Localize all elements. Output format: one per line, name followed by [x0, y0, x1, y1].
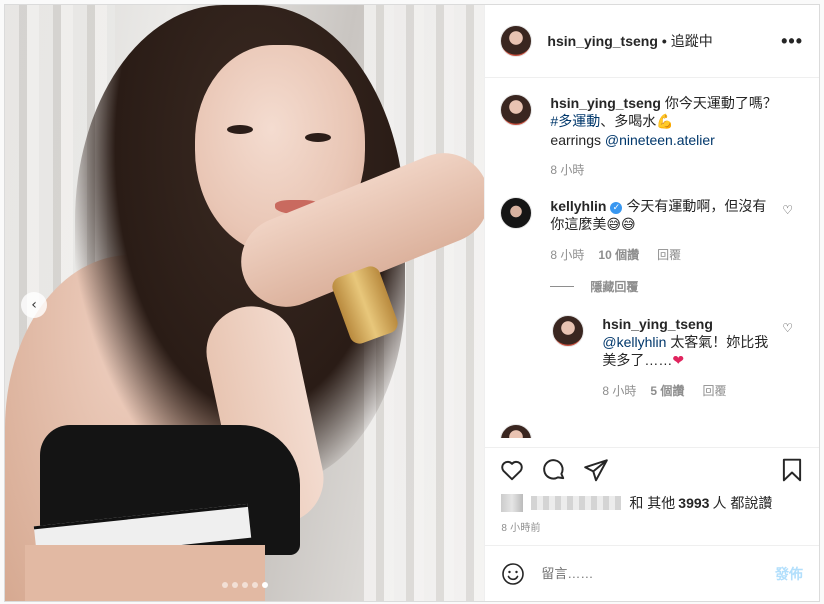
reply-mention-link[interactable]: @kellyhlin: [602, 334, 666, 350]
action-bar: [485, 447, 819, 491]
carousel-dots: [5, 582, 484, 588]
bookmark-icon[interactable]: [779, 457, 805, 483]
liker-avatar: [501, 494, 524, 512]
comment-time: 8 小時: [550, 248, 585, 262]
hide-replies-line: [550, 286, 575, 287]
caption-line2: 、多喝水: [600, 113, 657, 129]
reply-likes[interactable]: 5 個讚: [650, 382, 684, 400]
carousel-dot: [261, 582, 268, 588]
avatar[interactable]: [552, 315, 585, 347]
liker-name-redacted: [531, 496, 622, 510]
verified-badge-icon: ✓: [610, 202, 623, 214]
photo-eye-left: [227, 125, 253, 134]
like-reply-heart-icon[interactable]: ♡: [782, 321, 793, 335]
add-comment-bar: 發佈: [485, 545, 819, 601]
carousel-dot: [241, 582, 248, 588]
hide-replies-button[interactable]: 隱藏回覆: [550, 278, 803, 295]
sweat-smile-icon: 😅😅: [606, 217, 636, 233]
likes-suffix: 人 都說讚: [712, 495, 773, 511]
avatar[interactable]: [500, 25, 533, 57]
caption-time: 8 小時: [550, 163, 585, 177]
red-heart-icon: ❤: [672, 353, 685, 369]
more-options-icon[interactable]: •••: [781, 31, 803, 52]
emoji-icon[interactable]: [501, 562, 525, 586]
likes-prefix: 和 其他: [629, 495, 676, 511]
follow-status-button[interactable]: 追蹤中: [671, 31, 713, 51]
share-icon[interactable]: [583, 457, 609, 483]
hashtag-link[interactable]: #多運動: [550, 113, 600, 129]
likes-summary[interactable]: 和 其他 3993 人 都說讚: [485, 491, 819, 515]
hide-replies-label: 隱藏回覆: [590, 280, 639, 294]
caption-username[interactable]: hsin_ying_tseng: [550, 95, 660, 111]
chevron-left-icon: ‹: [31, 297, 37, 313]
comment-input[interactable]: [541, 566, 775, 581]
comments-section[interactable]: hsin_ying_tseng 你今天運動了嗎？ #多運動、多喝水💪 earrin…: [485, 78, 819, 447]
previous-photo-button[interactable]: ‹: [21, 292, 47, 318]
post-timestamp: 8 小時前: [501, 523, 541, 534]
flexed-bicep-icon: 💪: [656, 114, 674, 130]
likes-count: 3993: [678, 495, 710, 511]
caption-line1: 你今天運動了嗎？: [664, 95, 777, 111]
caption: hsin_ying_tseng 你今天運動了嗎？ #多運動、多喝水💪 earrin…: [500, 94, 803, 179]
header-username[interactable]: hsin_ying_tseng: [547, 33, 657, 49]
carousel-dot: [221, 582, 228, 588]
carousel-dot: [251, 582, 258, 588]
post-dialog: ‹ hsin_ying_tseng • 追蹤中 ••• hsin_ying_ts…: [4, 4, 820, 602]
comment-likes[interactable]: 10 個讚: [598, 246, 639, 264]
reply-item: hsin_ying_tseng @kellyhlin 太客氣！妳比我美多了……❤…: [552, 315, 803, 400]
partially-visible-comment: [500, 424, 803, 438]
post-sidebar: hsin_ying_tseng • 追蹤中 ••• hsin_ying_tsen…: [484, 5, 819, 601]
mention-link[interactable]: @nineteen.atelier: [605, 132, 715, 148]
post-header: hsin_ying_tseng • 追蹤中 •••: [485, 5, 819, 78]
carousel-dot: [231, 582, 238, 588]
reply-button[interactable]: 回覆: [657, 246, 681, 264]
reply-time: 8 小時: [602, 384, 637, 398]
avatar[interactable]: [500, 424, 533, 438]
post-comment-button[interactable]: 發佈: [775, 564, 803, 584]
photo-eye-right: [305, 133, 331, 142]
comment-icon[interactable]: [541, 457, 567, 483]
heart-icon[interactable]: [499, 457, 525, 483]
comment-item: kellyhlin ✓ 今天有運動啊，但沒有你這麼美😅😅 8 小時 10 個讚 回覆…: [500, 197, 803, 264]
photo-waist: [25, 545, 265, 601]
comment-username[interactable]: kellyhlin: [550, 198, 606, 214]
avatar[interactable]: [500, 197, 533, 229]
like-comment-heart-icon[interactable]: ♡: [782, 203, 793, 217]
caption-line3-prefix: earrings: [550, 132, 601, 148]
reply-reply-button[interactable]: 回覆: [702, 382, 726, 400]
avatar[interactable]: [500, 94, 533, 126]
reply-username[interactable]: hsin_ying_tseng: [602, 316, 712, 332]
post-photo[interactable]: ‹: [5, 5, 485, 601]
header-separator: •: [661, 33, 667, 49]
